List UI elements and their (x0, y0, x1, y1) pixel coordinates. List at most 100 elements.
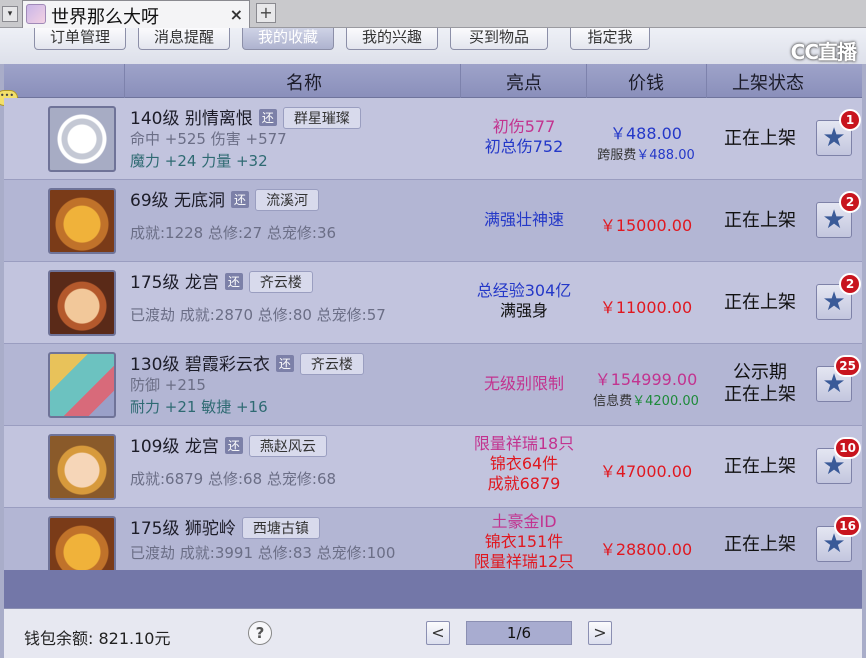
favorite-star-button[interactable]: ★ 25 (816, 355, 861, 402)
fee-label: 信息费 (593, 394, 633, 409)
tab-avatar-icon (26, 4, 46, 24)
item-stats: 成就:6879 总修:68 总宠修:68 (130, 470, 337, 488)
favorite-count-badge: 16 (834, 515, 861, 537)
trade-window: 订单管理 消息提醒 我的收藏 我的兴趣 买到物品 指定我 CC直播 名称 亮点 … (0, 28, 866, 658)
list-item[interactable]: 69级 无底洞还流溪河 成就:1228 总修:27 总宠修:36 满强壮神速 ￥… (4, 180, 862, 262)
subnav-designated[interactable]: 指定我 (570, 28, 650, 50)
bargain-tag: 还 (224, 273, 243, 290)
highlight-line: 无级别限制 (483, 374, 564, 393)
list-item[interactable]: 175级 龙宫还齐云楼 已渡劫 成就:2870 总修:80 总宠修:57 总经验… (4, 262, 862, 344)
favorite-count-badge: 1 (839, 109, 861, 131)
favorite-star-button[interactable]: ★ 2 (816, 273, 861, 320)
header-divider (124, 64, 125, 98)
server-tag: 燕赵风云 (248, 435, 327, 457)
tab-dropdown-button[interactable]: ▾ (2, 6, 18, 22)
item-price: ￥47000.00 (586, 458, 706, 482)
item-title-line: 130级 碧霞彩云衣还齐云楼 (130, 350, 364, 375)
status-line: 正在上架 (724, 384, 796, 405)
favorite-star-button[interactable]: ★ 10 (816, 437, 861, 484)
highlight-line: 限量祥瑞18只 (473, 434, 575, 453)
item-title-line: 69级 无底洞还流溪河 (130, 186, 320, 211)
fee-value: ￥4200.00 (632, 394, 699, 409)
price-value: ￥11000.00 (599, 298, 693, 317)
item-stats: 已渡劫 成就:2870 总修:80 总宠修:57 (130, 306, 386, 324)
wallet-balance: 钱包余额: 821.10元 (24, 629, 171, 648)
highlight-line: 初总伤752 (484, 137, 564, 156)
subnav-interests[interactable]: 我的兴趣 (346, 28, 438, 50)
item-title-line: 140级 别情离恨还群星璀璨 (130, 104, 361, 129)
new-tab-button[interactable]: + (256, 3, 276, 23)
highlight-line: 成就6879 (487, 474, 561, 493)
favorite-count-badge: 2 (839, 273, 861, 295)
price-value: ￥488.00 (610, 124, 682, 143)
favorite-count-badge: 25 (834, 355, 861, 377)
listing-status: 正在上架 (724, 534, 796, 555)
item-stats: 已渡劫 成就:3991 总修:83 总宠修:100 (130, 544, 396, 562)
list-item[interactable]: 175级 狮驼岭 西塘古镇 已渡劫 成就:3991 总修:83 总宠修:100 土… (4, 508, 862, 570)
listing-status: 正在上架 (724, 456, 796, 477)
favorites-list: 140级 别情离恨还群星璀璨 命中 +525 伤害 +577 魔力 +24 力量… (4, 98, 862, 570)
tab-close-icon[interactable]: × (230, 5, 243, 24)
favorite-star-button[interactable]: ★ 16 (816, 515, 861, 562)
active-tab[interactable]: 世界那么大呀 × (22, 0, 250, 28)
help-icon[interactable]: ? (248, 621, 272, 645)
listing-status: 正在上架 (724, 292, 796, 313)
server-tag: 流溪河 (255, 189, 320, 211)
favorite-star-button[interactable]: ★ 2 (816, 191, 861, 238)
favorite-count-badge: 2 (839, 191, 861, 213)
favorite-count-badge: 10 (834, 437, 861, 459)
highlight-line: 初伤577 (492, 117, 556, 136)
item-price: ￥28800.00 (586, 536, 706, 560)
bargain-tag: 还 (231, 191, 250, 208)
ring-item-icon (48, 106, 116, 172)
fee-label: 跨服费 (597, 148, 637, 163)
server-tag: 群星璀璨 (282, 107, 361, 129)
bargain-tag: 还 (275, 355, 294, 372)
subnav-orders[interactable]: 订单管理 (34, 28, 126, 50)
price-value: ￥15000.00 (599, 216, 693, 235)
item-title-line: 175级 龙宫还齐云楼 (130, 268, 313, 293)
next-page-button[interactable]: > (588, 621, 612, 645)
favorite-star-button[interactable]: ★ 1 (816, 109, 861, 156)
highlight-line: 土豪金ID (491, 512, 557, 531)
page-indicator: 1/6 (466, 621, 572, 645)
item-title: 69级 无底洞 (130, 191, 226, 211)
list-item[interactable]: 130级 碧霞彩云衣还齐云楼 防御 +215 耐力 +21 敏捷 +16 无级别… (4, 344, 862, 426)
server-tag: 齐云楼 (248, 271, 313, 293)
list-item[interactable]: 140级 别情离恨还群星璀璨 命中 +525 伤害 +577 魔力 +24 力量… (4, 98, 862, 180)
item-attributes: 耐力 +21 敏捷 +16 (130, 398, 268, 416)
footer-bar: 钱包余额: 821.10元 ? < 1/6 > (4, 608, 862, 658)
subnav-bought[interactable]: 买到物品 (450, 28, 548, 50)
girl-avatar-icon (48, 434, 116, 500)
item-title-line: 109级 龙宫还燕赵风云 (130, 432, 327, 457)
header-highlight: 亮点 (506, 73, 542, 94)
item-price: ￥154999.00 信息费￥4200.00 (586, 366, 706, 409)
item-stats: 成就:1228 总修:27 总宠修:36 (130, 224, 337, 242)
price-value: ￥47000.00 (599, 462, 693, 481)
status-line: 公示期 (733, 362, 787, 383)
highlight-line: 锦衣151件 (484, 532, 564, 551)
subnav-favorites[interactable]: 我的收藏 (242, 28, 334, 50)
highlight-line: 锦衣64件 (489, 454, 559, 473)
item-title: 140级 别情离恨 (130, 109, 253, 129)
item-title: 175级 龙宫 (130, 273, 219, 293)
header-status: 上架状态 (732, 73, 804, 94)
browser-tab-bar: ▾ 世界那么大呀 × + (0, 0, 866, 28)
server-tag: 西塘古镇 (241, 517, 320, 539)
item-title: 130级 碧霞彩云衣 (130, 355, 270, 375)
highlight-line: 总经验304亿 (476, 281, 572, 300)
prev-page-button[interactable]: < (426, 621, 450, 645)
item-highlights: 总经验304亿 满强身 (462, 281, 586, 321)
warrior-avatar-icon (48, 270, 116, 336)
robe-item-icon (48, 352, 116, 418)
lion-avatar-icon (48, 188, 116, 254)
item-highlights: 无级别限制 (462, 374, 586, 394)
subnav-messages[interactable]: 消息提醒 (138, 28, 230, 50)
highlight-line: 满强身 (499, 301, 548, 320)
item-highlights: 限量祥瑞18只 锦衣64件 成就6879 (462, 434, 586, 494)
price-value: ￥154999.00 (594, 370, 698, 389)
header-price: 价钱 (628, 73, 664, 94)
highlight-line: 满强壮神速 (483, 210, 564, 229)
list-item[interactable]: 109级 龙宫还燕赵风云 成就:6879 总修:68 总宠修:68 限量祥瑞18… (4, 426, 862, 508)
item-highlights: 满强壮神速 (462, 210, 586, 230)
